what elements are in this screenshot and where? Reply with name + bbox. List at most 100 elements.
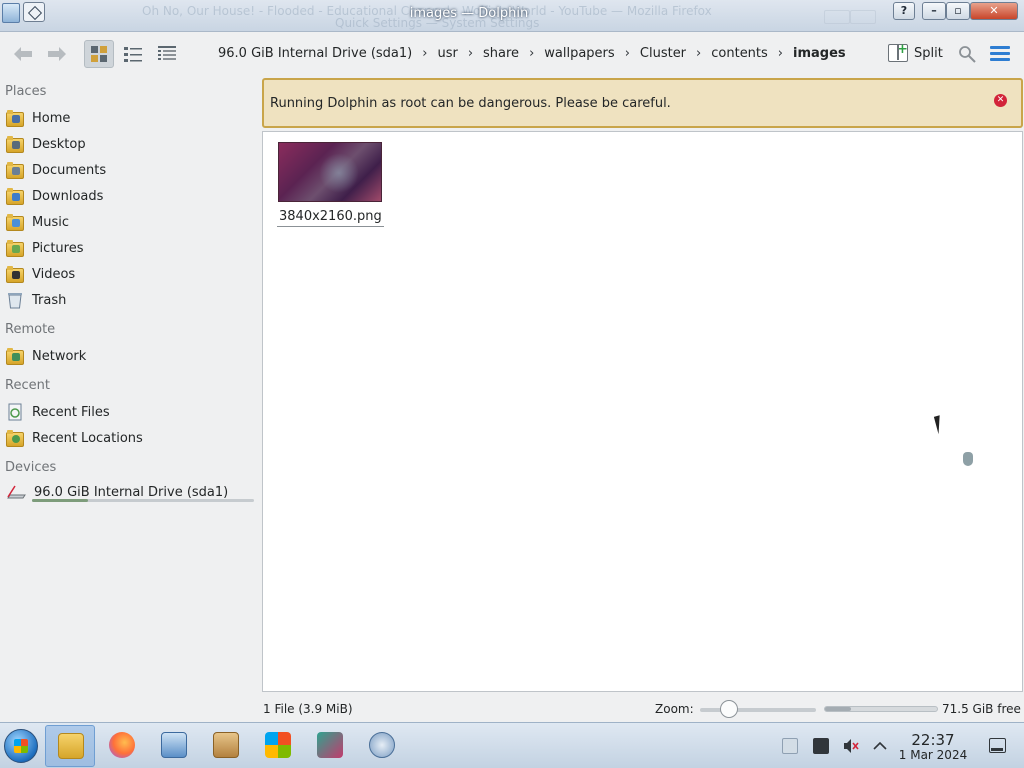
sidebar-item-label: Documents: [32, 162, 107, 178]
busy-indicator-icon: [963, 452, 973, 466]
breadcrumb-wallpapers[interactable]: wallpapers: [536, 46, 622, 61]
home-folder-icon: [6, 110, 24, 127]
breadcrumb-contents[interactable]: contents: [703, 46, 776, 61]
taskbar-app-network-tool[interactable]: [357, 725, 407, 767]
volume-muted-icon[interactable]: [843, 738, 859, 754]
sidebar-item-label: Network: [32, 348, 87, 364]
clipboard-icon[interactable]: [782, 738, 798, 754]
clock-date: 1 Mar 2024: [898, 748, 968, 762]
title-bar: Oh No, Our House! - Flooded - Educationa…: [0, 0, 1024, 32]
zoom-slider-handle[interactable]: [720, 700, 738, 718]
pictures-folder-icon: [6, 240, 24, 257]
notes-icon[interactable]: [813, 738, 829, 754]
sidebar-item-label: Home: [32, 110, 71, 126]
icons-view-icon: [91, 46, 107, 62]
sidebar-item-recent-files[interactable]: Recent Files: [6, 401, 110, 423]
free-space-label: 71.5 GiB free: [942, 702, 1021, 716]
zoom-label: Zoom:: [655, 702, 694, 716]
sidebar-item-label: Pictures: [32, 240, 84, 256]
split-button[interactable]: Split: [888, 42, 943, 62]
free-space-bar: [824, 706, 938, 712]
sidebar-item-label: Videos: [32, 266, 76, 282]
maximize-button[interactable]: ▫: [946, 2, 970, 20]
sidebar-item-downloads[interactable]: Downloads: [6, 185, 103, 207]
desktop-folder-icon: [6, 136, 24, 153]
breadcrumb-cluster[interactable]: Cluster: [632, 46, 694, 61]
breadcrumb-images[interactable]: images: [785, 46, 854, 61]
details-view-icon: [158, 46, 176, 60]
hamburger-menu-icon[interactable]: [990, 46, 1010, 62]
drive-icon: [7, 485, 26, 499]
close-button[interactable]: ✕: [970, 2, 1018, 20]
breadcrumb-usr[interactable]: usr: [429, 46, 465, 61]
documents-folder-icon: [6, 162, 24, 179]
chevron-right-icon[interactable]: ›: [623, 46, 632, 61]
file-manager-icon: [58, 733, 84, 759]
sidebar-item-trash[interactable]: Trash: [6, 289, 66, 311]
file-name[interactable]: 3840x2160.png: [277, 209, 384, 227]
file-item[interactable]: 3840x2160.png: [277, 142, 384, 227]
recent-header: Recent: [5, 378, 50, 393]
search-icon[interactable]: [958, 45, 976, 63]
recent-files-icon: [8, 403, 22, 421]
icons-view-button[interactable]: [84, 40, 114, 68]
help-button[interactable]: ?: [893, 2, 915, 20]
chevron-right-icon[interactable]: ›: [694, 46, 703, 61]
forward-arrow-icon: [48, 47, 66, 61]
trash-icon: [8, 293, 22, 309]
sidebar-item-label: Downloads: [32, 188, 104, 204]
show-desktop-icon[interactable]: [989, 738, 1006, 753]
sidebar-item-home[interactable]: Home: [6, 107, 70, 129]
drive-usage-bar: [32, 499, 254, 502]
forward-button[interactable]: [42, 40, 72, 68]
taskbar-app-file-manager[interactable]: [45, 725, 95, 767]
warning-message: Running Dolphin as root can be dangerous…: [270, 96, 671, 111]
image-thumbnail[interactable]: [278, 142, 382, 202]
compact-view-button[interactable]: [118, 40, 148, 68]
recent-locations-icon: [6, 430, 24, 447]
places-header: Places: [5, 84, 47, 99]
sidebar-item-network[interactable]: Network: [6, 345, 86, 367]
sidebar-item-music[interactable]: Music: [6, 211, 69, 233]
tray-expand-icon[interactable]: [872, 738, 888, 754]
taskbar-app-image-viewer[interactable]: [305, 725, 355, 767]
root-warning-banner: Running Dolphin as root can be dangerous…: [262, 78, 1023, 128]
details-view-button[interactable]: [152, 40, 182, 68]
breadcrumb-drive[interactable]: 96.0 GiB Internal Drive (sda1): [210, 46, 420, 61]
clock[interactable]: 22:37 1 Mar 2024: [896, 732, 970, 762]
sidebar-item-documents[interactable]: Documents: [6, 159, 106, 181]
sidebar-item-label: Recent Locations: [32, 430, 143, 446]
split-view-icon: [888, 42, 908, 62]
zoom-slider[interactable]: [700, 708, 816, 712]
sidebar-item-videos[interactable]: Videos: [6, 263, 75, 285]
chevron-right-icon[interactable]: ›: [776, 46, 785, 61]
network-folder-icon: [6, 348, 24, 365]
start-menu-button[interactable]: [4, 729, 38, 763]
chevron-right-icon[interactable]: ›: [420, 46, 429, 61]
sidebar-item-label: Desktop: [32, 136, 86, 152]
devices-header: Devices: [5, 460, 57, 475]
taskbar-app-package-manager[interactable]: [201, 725, 251, 767]
breadcrumb: 96.0 GiB Internal Drive (sda1) › usr › s…: [210, 46, 854, 61]
toolbar: 96.0 GiB Internal Drive (sda1) › usr › s…: [0, 32, 1024, 76]
back-button[interactable]: [8, 40, 38, 68]
taskbar-app-windows[interactable]: [253, 725, 303, 767]
close-circle-icon[interactable]: ✕: [994, 94, 1007, 107]
file-view[interactable]: 3840x2160.png: [262, 131, 1023, 692]
breadcrumb-share[interactable]: share: [475, 46, 527, 61]
chevron-right-icon[interactable]: ›: [527, 46, 536, 61]
sidebar-item-pictures[interactable]: Pictures: [6, 237, 83, 259]
sidebar-item-label: Recent Files: [32, 404, 110, 420]
taskbar: 22:37 1 Mar 2024: [0, 722, 1024, 768]
sidebar-item-desktop[interactable]: Desktop: [6, 133, 86, 155]
remote-header: Remote: [5, 322, 56, 337]
sidebar-item-recent-locations[interactable]: Recent Locations: [6, 427, 143, 449]
chevron-right-icon[interactable]: ›: [466, 46, 475, 61]
minimize-button[interactable]: –: [922, 2, 946, 20]
sidebar-item-label: Trash: [32, 292, 67, 308]
compact-view-icon: [124, 47, 142, 62]
taskbar-app-firefox[interactable]: [97, 725, 147, 767]
free-space-fill: [825, 707, 851, 711]
network-tool-icon: [369, 732, 395, 758]
taskbar-app-system-settings[interactable]: [149, 725, 199, 767]
